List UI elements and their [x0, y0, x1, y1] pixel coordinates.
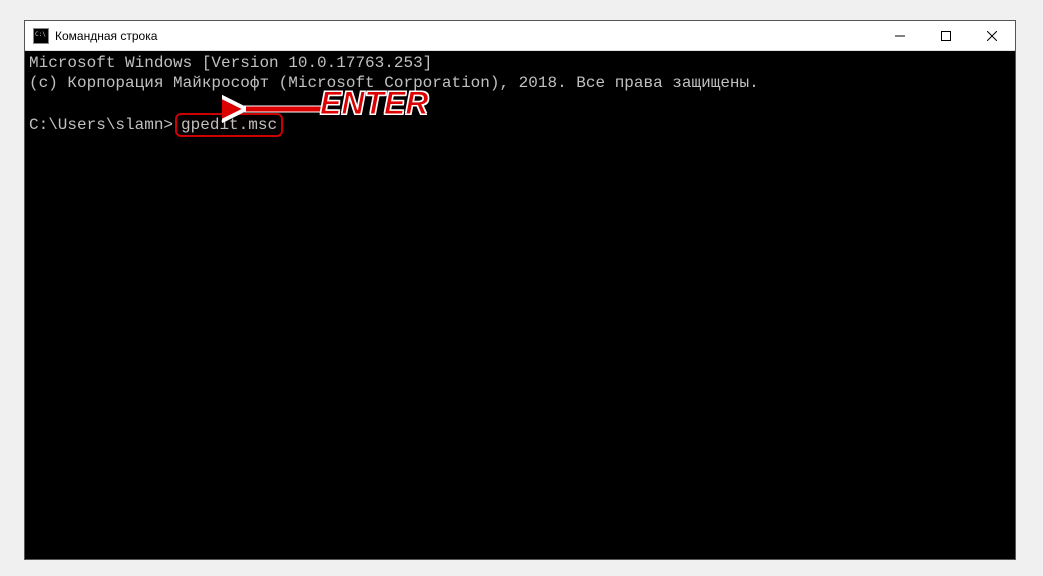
titlebar[interactable]: Командная строка: [25, 21, 1015, 51]
window-controls: [877, 21, 1015, 50]
close-button[interactable]: [969, 21, 1015, 50]
console-area[interactable]: Microsoft Windows [Version 10.0.17763.25…: [25, 51, 1015, 559]
cmd-window: Командная строка Microsoft Windows [Vers…: [24, 20, 1016, 560]
prompt-text: C:\Users\slamn>: [29, 115, 173, 135]
copyright-line: (c) Корпорация Майкрософт (Microsoft Cor…: [29, 73, 1011, 93]
cmd-icon: [33, 28, 49, 44]
version-line: Microsoft Windows [Version 10.0.17763.25…: [29, 53, 1011, 73]
blank-line: [29, 93, 1011, 113]
maximize-button[interactable]: [923, 21, 969, 50]
prompt-line: C:\Users\slamn> gpedit.msc: [29, 113, 1011, 137]
window-title: Командная строка: [55, 29, 157, 43]
minimize-button[interactable]: [877, 21, 923, 50]
command-highlight: gpedit.msc: [175, 113, 283, 137]
command-text: gpedit.msc: [181, 116, 277, 134]
